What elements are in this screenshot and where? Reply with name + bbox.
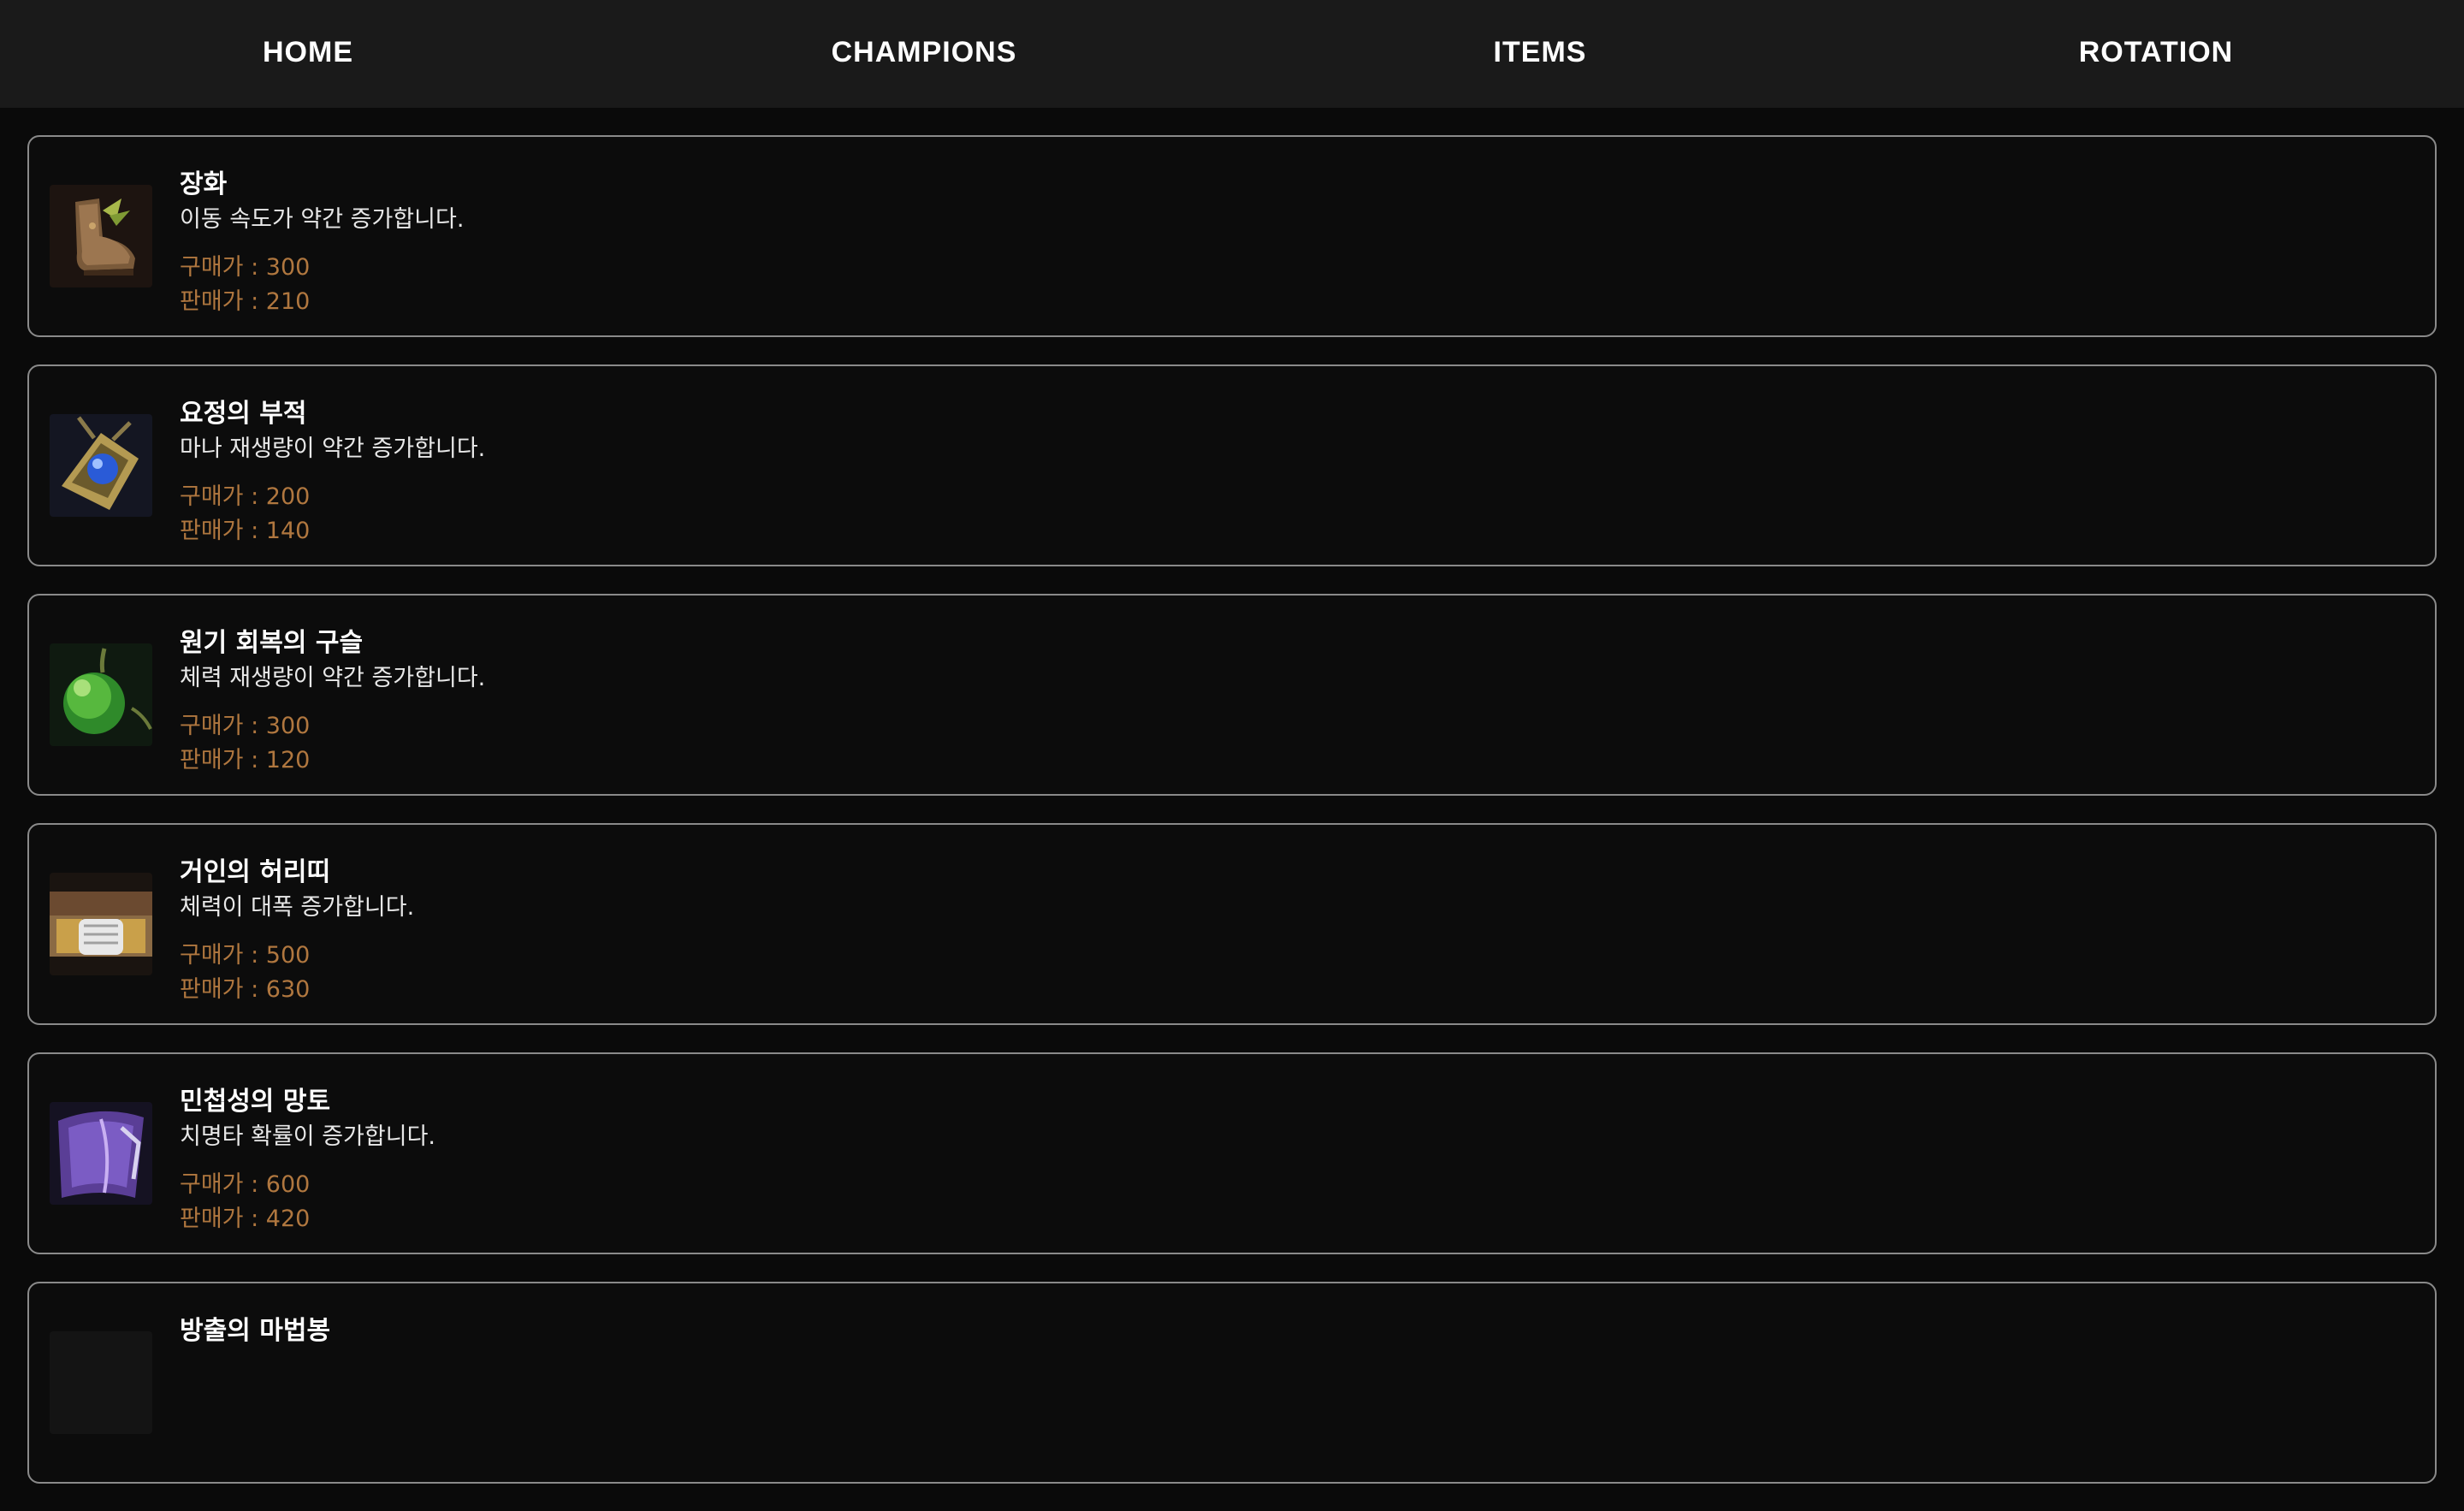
item-card[interactable]: 거인의 허리띠 체력이 대폭 증가합니다. 구매가 : 500 판매가 : 63… bbox=[27, 823, 2437, 1025]
nav-items[interactable]: ITEMS bbox=[1232, 36, 1848, 73]
item-sell-price: 판매가 : 140 bbox=[180, 518, 311, 544]
item-description: 체력이 대폭 증가합니다. bbox=[180, 894, 415, 921]
amulet-icon bbox=[50, 414, 152, 517]
green-orb-icon bbox=[50, 643, 152, 746]
item-sell-price: 판매가 : 630 bbox=[180, 976, 311, 1003]
item-list: 장화 이동 속도가 약간 증가합니다. 구매가 : 300 판매가 : 210 … bbox=[27, 135, 2437, 1511]
item-buy-price: 구매가 : 500 bbox=[180, 942, 311, 969]
item-name: 민첩성의 망토 bbox=[180, 1087, 331, 1117]
item-card[interactable]: 장화 이동 속도가 약간 증가합니다. 구매가 : 300 판매가 : 210 bbox=[27, 135, 2437, 337]
item-name: 요정의 부적 bbox=[180, 399, 307, 429]
item-description: 이동 속도가 약간 증가합니다. bbox=[180, 206, 465, 233]
item-name: 거인의 허리띠 bbox=[180, 857, 331, 887]
item-card[interactable]: 원기 회복의 구슬 체력 재생량이 약간 증가합니다. 구매가 : 300 판매… bbox=[27, 594, 2437, 796]
item-description: 마나 재생량이 약간 증가합니다. bbox=[180, 436, 486, 462]
item-sell-price: 판매가 : 120 bbox=[180, 747, 311, 773]
nav-champions[interactable]: CHAMPIONS bbox=[616, 36, 1232, 73]
nav-rotation[interactable]: ROTATION bbox=[1848, 36, 2464, 73]
top-nav: HOME CHAMPIONS ITEMS ROTATION bbox=[0, 0, 2464, 108]
nav-home[interactable]: HOME bbox=[0, 36, 616, 73]
item-card[interactable]: 요정의 부적 마나 재생량이 약간 증가합니다. 구매가 : 200 판매가 :… bbox=[27, 364, 2437, 566]
item-name: 방출의 마법봉 bbox=[180, 1316, 331, 1346]
item-card[interactable]: 방출의 마법봉 bbox=[27, 1282, 2437, 1484]
item-name: 원기 회복의 구슬 bbox=[180, 628, 364, 658]
cloak-icon bbox=[50, 1102, 152, 1205]
item-sell-price: 판매가 : 420 bbox=[180, 1206, 311, 1232]
item-buy-price: 구매가 : 300 bbox=[180, 254, 311, 281]
boots-icon bbox=[50, 185, 152, 287]
item-sell-price: 판매가 : 210 bbox=[180, 288, 311, 315]
wand-icon bbox=[50, 1331, 152, 1434]
item-buy-price: 구매가 : 300 bbox=[180, 713, 311, 739]
item-description: 체력 재생량이 약간 증가합니다. bbox=[180, 665, 486, 691]
belt-icon bbox=[50, 873, 152, 975]
item-name: 장화 bbox=[180, 169, 228, 199]
item-buy-price: 구매가 : 600 bbox=[180, 1171, 311, 1198]
item-buy-price: 구매가 : 200 bbox=[180, 483, 311, 510]
item-card[interactable]: 민첩성의 망토 치명타 확률이 증가합니다. 구매가 : 600 판매가 : 4… bbox=[27, 1052, 2437, 1254]
item-description: 치명타 확률이 증가합니다. bbox=[180, 1123, 435, 1150]
